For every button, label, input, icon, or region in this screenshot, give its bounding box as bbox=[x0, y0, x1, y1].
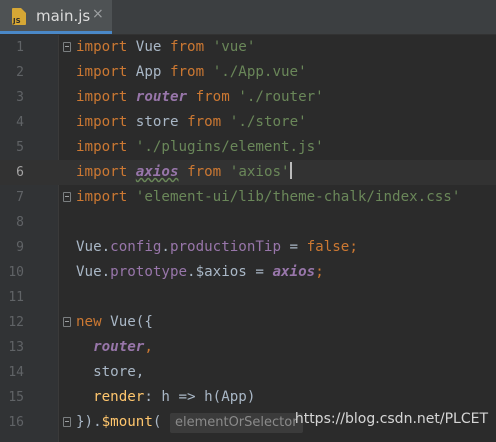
code-text: render: h => h(App) bbox=[93, 389, 256, 405]
line-number: 11 bbox=[8, 290, 24, 305]
code-line[interactable]: 2 import App from './App.vue' bbox=[0, 60, 496, 85]
code-line[interactable]: 3 import router from './router' bbox=[0, 85, 496, 110]
code-line[interactable]: 10 Vue.prototype.$axios = axios; bbox=[0, 260, 496, 285]
code-line[interactable]: 13 router, bbox=[0, 335, 496, 360]
line-number: 6 bbox=[16, 165, 24, 180]
code-line[interactable]: 1 import Vue from 'vue' bbox=[0, 35, 496, 60]
code-line[interactable]: 11 bbox=[0, 285, 496, 310]
code-editor[interactable]: 1 import Vue from 'vue' 2 import App fro… bbox=[0, 35, 496, 442]
fold-icon[interactable] bbox=[63, 317, 71, 327]
code-line[interactable]: 7 import 'element-ui/lib/theme-chalk/ind… bbox=[0, 185, 496, 210]
line-number: 16 bbox=[8, 415, 24, 430]
line-number: 15 bbox=[8, 390, 24, 405]
line-number: 2 bbox=[16, 65, 24, 80]
editor-tab-bar: JS main.js × bbox=[0, 0, 496, 35]
line-number: 12 bbox=[8, 315, 24, 330]
close-icon[interactable]: × bbox=[92, 6, 104, 22]
line-number: 10 bbox=[8, 265, 24, 280]
code-line[interactable]: 14 store, bbox=[0, 360, 496, 385]
code-text: import Vue from 'vue' bbox=[76, 39, 256, 55]
tab-main-js[interactable]: JS main.js × bbox=[0, 0, 112, 34]
line-number: 3 bbox=[16, 90, 24, 105]
code-line[interactable]: 4 import store from './store' bbox=[0, 110, 496, 135]
line-number: 14 bbox=[8, 365, 24, 380]
code-line[interactable]: 5 import './plugins/element.js' bbox=[0, 135, 496, 160]
code-text: Vue.config.productionTip = false; bbox=[76, 239, 358, 255]
line-number: 4 bbox=[16, 115, 24, 130]
text-caret bbox=[289, 162, 292, 179]
tab-title: main.js bbox=[36, 7, 91, 25]
code-line[interactable]: 8 bbox=[0, 210, 496, 235]
code-text: import './plugins/element.js' bbox=[76, 139, 324, 155]
watermark: https://blog.csdn.net/PLCET bbox=[294, 411, 488, 427]
code-text: import axios from 'axios' bbox=[76, 162, 292, 180]
code-text: store, bbox=[93, 364, 145, 380]
line-number: 8 bbox=[16, 215, 24, 230]
line-number: 1 bbox=[16, 40, 24, 55]
code-text: import 'element-ui/lib/theme-chalk/index… bbox=[76, 189, 461, 205]
line-number: 7 bbox=[16, 190, 24, 205]
javascript-file-icon: JS bbox=[12, 8, 26, 25]
parameter-hint: elementOrSelector bbox=[169, 413, 303, 433]
fold-icon[interactable] bbox=[63, 417, 71, 427]
code-text: }).$mount( elementOrSelector bbox=[76, 410, 303, 435]
code-text: router, bbox=[93, 339, 153, 355]
active-tab-indicator bbox=[0, 31, 112, 34]
js-icon-label: JS bbox=[13, 17, 21, 25]
line-number: 13 bbox=[8, 340, 24, 355]
line-number: 5 bbox=[16, 140, 24, 155]
line-number: 9 bbox=[16, 240, 24, 255]
code-text: import router from './router' bbox=[76, 89, 324, 105]
code-text: import store from './store' bbox=[76, 114, 307, 130]
fold-icon[interactable] bbox=[63, 192, 71, 202]
code-line[interactable]: 12 new Vue({ bbox=[0, 310, 496, 335]
code-line[interactable]: 9 Vue.config.productionTip = false; bbox=[0, 235, 496, 260]
code-line[interactable]: 15 render: h => h(App) bbox=[0, 385, 496, 410]
code-text: Vue.prototype.$axios = axios; bbox=[76, 264, 324, 280]
code-text: import App from './App.vue' bbox=[76, 64, 307, 80]
code-line-current[interactable]: 6 import axios from 'axios' bbox=[0, 160, 496, 185]
code-text: new Vue({ bbox=[76, 314, 153, 330]
fold-icon[interactable] bbox=[63, 42, 71, 52]
